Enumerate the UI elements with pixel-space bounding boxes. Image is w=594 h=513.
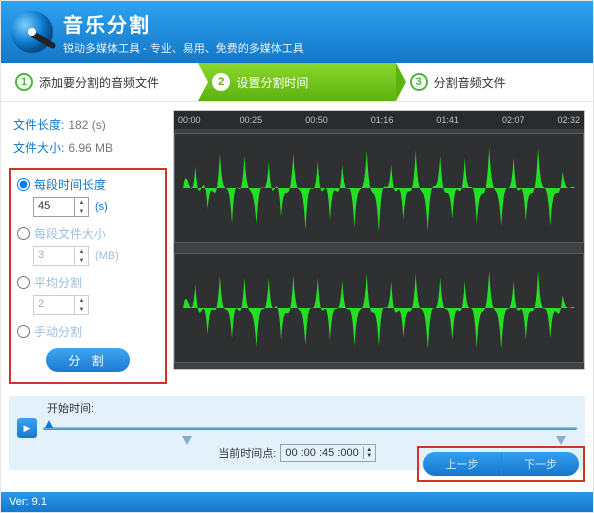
file-length-value: 182 (s) <box>68 118 105 132</box>
ruler-tick: 00:50 <box>305 115 328 125</box>
spin-up-icon[interactable]: ▲ <box>75 247 88 256</box>
status-bar: Ver: 9.1 <box>1 492 593 512</box>
waveform-channel-right <box>174 253 584 363</box>
version-label: Ver: <box>9 496 29 508</box>
ruler-tick: 02:07 <box>502 115 525 125</box>
waveform-channel-left <box>174 133 584 243</box>
step-number: 2 <box>212 73 230 91</box>
time-ruler: 00:00 00:25 00:50 01:16 01:41 02:07 02:3… <box>174 111 584 129</box>
filesize-unit: (MB) <box>95 250 119 262</box>
step-add-file[interactable]: 1 添加要分割的音频文件 <box>1 63 198 101</box>
play-button[interactable]: ▶ <box>17 418 37 438</box>
spin-down-icon[interactable]: ▼ <box>75 207 88 216</box>
duration-input[interactable]: 45▲▼ <box>33 197 89 217</box>
scrub-slider[interactable] <box>43 422 577 434</box>
prev-step-button[interactable]: 上一步 <box>423 452 501 476</box>
ruler-tick: 00:25 <box>240 115 263 125</box>
option-average[interactable]: 平均分割 <box>17 274 159 291</box>
average-input[interactable]: 2▲▼ <box>33 295 89 315</box>
split-marker-icon[interactable] <box>182 436 192 445</box>
ruler-tick: 02:32 <box>557 115 580 125</box>
split-options-panel: 每段时间长度 45▲▼ (s) 每段文件大小 3▲▼ (MB) 平均分割 <box>9 168 167 384</box>
split-button[interactable]: 分 割 <box>46 348 130 372</box>
file-info: 文件长度: 182 (s) 文件大小: 6.96 MB <box>9 110 167 164</box>
app-logo-icon <box>11 11 53 53</box>
ruler-tick: 01:41 <box>436 115 459 125</box>
spin-down-icon[interactable]: ▼ <box>75 256 88 265</box>
scrub-thumb-icon[interactable] <box>43 420 53 436</box>
duration-unit: (s) <box>95 201 108 213</box>
spin-down-icon[interactable]: ▼ <box>364 453 375 459</box>
file-size-label: 文件大小: <box>13 141 64 155</box>
option-manual[interactable]: 手动分割 <box>17 323 159 340</box>
spin-down-icon[interactable]: ▼ <box>75 305 88 314</box>
waveform-area[interactable]: 00:00 00:25 00:50 01:16 01:41 02:07 02:3… <box>173 110 585 370</box>
step-label: 分割音频文件 <box>434 74 506 91</box>
next-step-button[interactable]: 下一步 <box>501 452 579 476</box>
ruler-tick: 00:00 <box>178 115 201 125</box>
current-time-label: 当前时间点: <box>218 445 276 461</box>
step-set-time[interactable]: 2 设置分割时间 <box>198 63 395 101</box>
ruler-tick: 01:16 <box>371 115 394 125</box>
filesize-input[interactable]: 3▲▼ <box>33 246 89 266</box>
option-duration-radio[interactable] <box>17 178 30 191</box>
steps-bar: 1 添加要分割的音频文件 2 设置分割时间 3 分割音频文件 <box>1 63 593 102</box>
option-average-radio[interactable] <box>17 276 30 289</box>
app-subtitle: 锐动多媒体工具 - 专业、易用、免费的多媒体工具 <box>63 40 304 56</box>
spin-up-icon[interactable]: ▲ <box>75 296 88 305</box>
option-filesize-radio[interactable] <box>17 227 30 240</box>
file-size-value: 6.96 MB <box>68 141 113 155</box>
step-label: 设置分割时间 <box>236 74 308 91</box>
step-number: 1 <box>15 73 33 91</box>
version-value: 9.1 <box>32 496 47 508</box>
step-number: 3 <box>410 73 428 91</box>
app-header: 音乐分割 锐动多媒体工具 - 专业、易用、免费的多媒体工具 <box>1 1 593 63</box>
step-label: 添加要分割的音频文件 <box>39 74 159 91</box>
app-title: 音乐分割 <box>63 9 304 38</box>
start-time-label: 开始时间: <box>47 400 94 418</box>
nav-actions: 上一步 下一步 <box>417 446 585 482</box>
option-duration[interactable]: 每段时间长度 <box>17 176 159 193</box>
option-filesize[interactable]: 每段文件大小 <box>17 225 159 242</box>
split-marker-icon[interactable] <box>556 436 566 445</box>
current-time-input[interactable]: 00 :00 :45 :000 ▲▼ <box>280 444 375 462</box>
step-split-audio[interactable]: 3 分割音频文件 <box>396 63 593 101</box>
file-length-label: 文件长度: <box>13 118 64 132</box>
option-manual-radio[interactable] <box>17 325 30 338</box>
spin-up-icon[interactable]: ▲ <box>75 198 88 207</box>
